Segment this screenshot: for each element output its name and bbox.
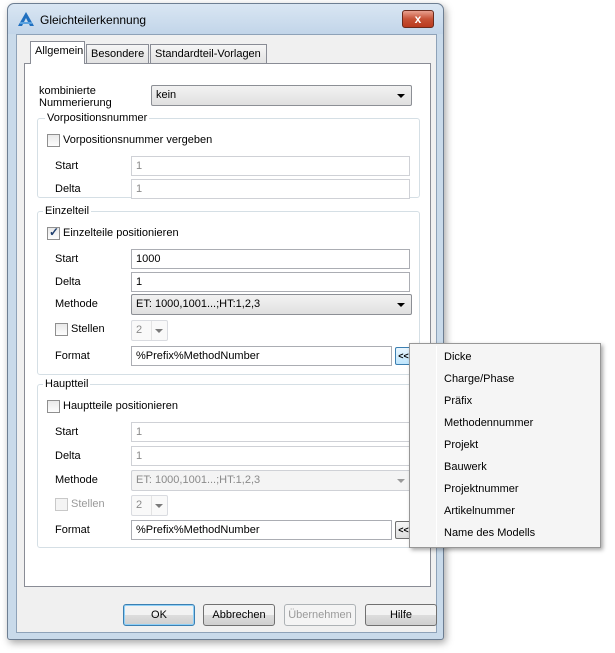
pre-start-label: Start bbox=[55, 160, 79, 172]
apply-button[interactable]: Übernehmen bbox=[284, 604, 356, 626]
menu-separator bbox=[436, 346, 437, 545]
pre-delta-input[interactable]: 1 bbox=[131, 179, 410, 199]
main-method-value: ET: 1000,1001...;HT:1,2,3 bbox=[136, 474, 261, 486]
chevron-down-icon bbox=[397, 303, 405, 307]
single-method-select[interactable]: ET: 1000,1001...;HT:1,2,3 bbox=[131, 294, 412, 315]
chevron-down-icon bbox=[397, 94, 405, 98]
main-format-input[interactable]: %Prefix%MethodNumber bbox=[131, 520, 392, 540]
tab-allgemein[interactable]: Allgemein bbox=[30, 41, 85, 64]
pre-delta-label: Delta bbox=[55, 183, 81, 195]
menu-item-artikelnummer[interactable]: Artikelnummer bbox=[444, 501, 515, 521]
single-delta-label: Delta bbox=[55, 276, 81, 288]
menu-item-charge-phase[interactable]: Charge/Phase bbox=[444, 369, 514, 389]
single-format-label: Format bbox=[55, 350, 90, 362]
single-format-input[interactable]: %Prefix%MethodNumber bbox=[131, 346, 392, 366]
window-title: Gleichteilerkennung bbox=[40, 13, 147, 27]
single-part-checkbox[interactable] bbox=[47, 225, 60, 240]
title-bar[interactable]: Gleichteilerkennung x bbox=[8, 4, 443, 34]
single-start-label: Start bbox=[55, 253, 79, 265]
single-part-checkbox-label: Einzelteile positionieren bbox=[63, 227, 179, 239]
single-digits-label: Stellen bbox=[71, 323, 105, 335]
pre-start-input[interactable]: 1 bbox=[131, 156, 410, 176]
numbering-label: kombinierte Nummerierung bbox=[39, 85, 112, 109]
single-digits-value: 2 bbox=[136, 324, 143, 336]
tab-label: Besondere bbox=[91, 48, 145, 60]
chevron-down-icon bbox=[397, 479, 405, 483]
main-digits-checkbox[interactable] bbox=[55, 498, 68, 511]
menu-item-bauwerk[interactable]: Bauwerk bbox=[444, 457, 487, 477]
tab-panel-allgemein: kombinierte Nummerierung kein Vorpositio… bbox=[24, 63, 431, 587]
ok-button[interactable]: OK bbox=[123, 604, 195, 626]
main-delta-label: Delta bbox=[55, 450, 81, 462]
pre-position-title: Vorpositionsnummer bbox=[45, 112, 150, 124]
menu-item-projekt[interactable]: Projekt bbox=[444, 435, 478, 455]
tab-besondere[interactable]: Besondere bbox=[86, 44, 149, 64]
dialog-client: Allgemein Besondere Standardteil-Vorlage… bbox=[16, 34, 437, 633]
format-placeholder-menu: Dicke Charge/Phase Präfix Methodennummer… bbox=[409, 343, 601, 548]
tab-standardteil-vorlagen[interactable]: Standardteil-Vorlagen bbox=[150, 44, 267, 64]
help-button[interactable]: Hilfe bbox=[365, 604, 437, 626]
chevron-down-icon bbox=[155, 504, 163, 508]
menu-item-praefix[interactable]: Präfix bbox=[444, 391, 472, 411]
tab-label: Standardteil-Vorlagen bbox=[155, 48, 261, 60]
single-method-label: Methode bbox=[55, 298, 98, 310]
single-delta-input[interactable]: 1 bbox=[131, 272, 410, 292]
app-logo-icon bbox=[18, 12, 34, 26]
menu-item-name-des-modells[interactable]: Name des Modells bbox=[444, 523, 535, 543]
single-digits-checkbox[interactable] bbox=[55, 323, 68, 336]
chevron-down-icon bbox=[155, 329, 163, 333]
close-button[interactable]: x bbox=[402, 10, 434, 28]
main-method-select[interactable]: ET: 1000,1001...;HT:1,2,3 bbox=[131, 470, 412, 491]
close-icon: x bbox=[414, 12, 422, 26]
main-start-input[interactable]: 1 bbox=[131, 422, 410, 442]
single-start-input[interactable]: 1000 bbox=[131, 249, 410, 269]
menu-item-methodennummer[interactable]: Methodennummer bbox=[444, 413, 533, 433]
single-digits-select[interactable]: 2 bbox=[131, 320, 168, 341]
pre-position-checkbox-label: Vorpositionsnummer vergeben bbox=[63, 134, 213, 146]
main-digits-label: Stellen bbox=[71, 498, 105, 510]
menu-item-dicke[interactable]: Dicke bbox=[444, 347, 472, 367]
dialog-window: Gleichteilerkennung x Allgemein Besonder… bbox=[7, 3, 444, 640]
single-method-value: ET: 1000,1001...;HT:1,2,3 bbox=[136, 298, 261, 310]
tab-label: Allgemein bbox=[35, 45, 84, 57]
numbering-select[interactable]: kein bbox=[151, 85, 412, 106]
menu-item-projektnummer[interactable]: Projektnummer bbox=[444, 479, 519, 499]
main-part-title: Hauptteil bbox=[43, 378, 91, 390]
main-part-checkbox-label: Hauptteile positionieren bbox=[63, 400, 178, 412]
main-format-label: Format bbox=[55, 524, 90, 536]
main-part-checkbox[interactable] bbox=[47, 400, 60, 413]
main-method-label: Methode bbox=[55, 474, 98, 486]
numbering-value: kein bbox=[156, 89, 177, 101]
single-part-title: Einzelteil bbox=[43, 205, 92, 217]
main-start-label: Start bbox=[55, 426, 79, 438]
main-digits-select[interactable]: 2 bbox=[131, 495, 168, 516]
cancel-button[interactable]: Abbrechen bbox=[203, 604, 275, 626]
main-digits-value: 2 bbox=[136, 499, 143, 511]
pre-position-checkbox[interactable] bbox=[47, 134, 60, 147]
main-delta-input[interactable]: 1 bbox=[131, 446, 410, 466]
